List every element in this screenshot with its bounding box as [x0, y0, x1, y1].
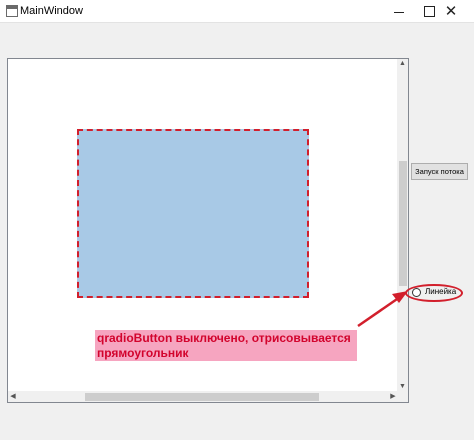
annotation-arrow — [357, 291, 408, 328]
annotation-callout: qradioButton выключено, отрисовывается п… — [95, 330, 357, 361]
main-window: MainWindow ✕ ▲ ▼ ◀ ▶ Запуск потока Линей… — [0, 0, 474, 440]
